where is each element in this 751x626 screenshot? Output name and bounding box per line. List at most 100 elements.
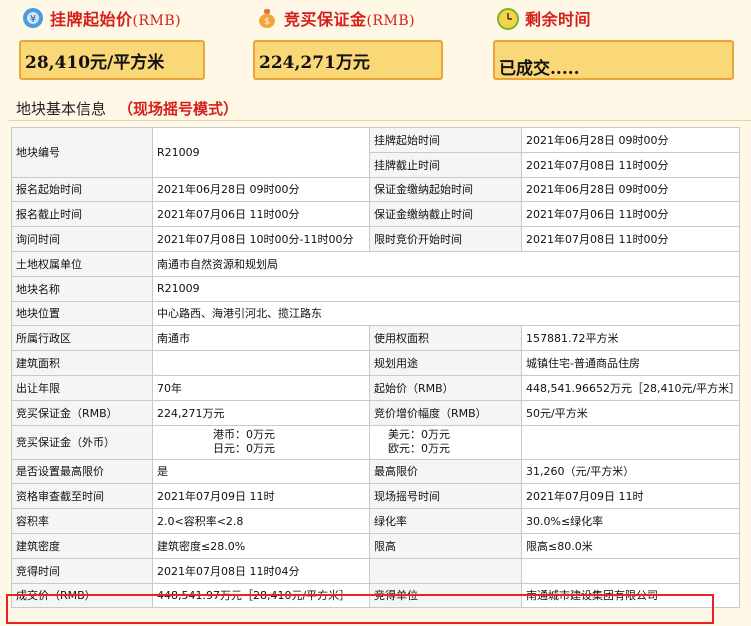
table-row: 报名截止时间 2021年07月06日 11时00分 保证金缴纳截止时间 2021… <box>11 201 740 228</box>
cell-label: 资格审查截至时间 <box>11 483 153 510</box>
land-info-table: 地块编号 R21009 挂牌起始时间 2021年06月28日 09时00分 挂牌… <box>11 127 740 609</box>
cell-value: 2021年06月28日 09时00分 <box>521 127 740 153</box>
cell-label: 地块编号 <box>11 127 153 178</box>
cell-label: 挂牌截止时间 <box>369 151 522 178</box>
cell-label: 最高限价 <box>369 458 522 485</box>
table-row: 资格审查截至时间 2021年07月09日 11时 现场摇号时间 2021年07月… <box>11 483 740 510</box>
cell-label: 竞买保证金（外币） <box>11 424 153 460</box>
cell-value: 2021年06月28日 09时00分 <box>152 176 370 203</box>
cell-label: 竞买保证金（RMB） <box>11 399 153 426</box>
cell-label: 起始价（RMB） <box>369 374 522 401</box>
cell-value: 建筑密度≤28.0% <box>152 532 370 559</box>
table-row: 成交价（RMB） 448,541.97万元［28,410元/平方米］ 竞得单位 … <box>11 582 740 609</box>
cell-label: 限时竞价开始时间 <box>369 226 522 252</box>
table-row: 出让年限 70年 起始价（RMB） 448,541.96652万元［28,410… <box>11 374 740 401</box>
cell-label: 保证金缴纳截止时间 <box>369 201 522 228</box>
cell-value <box>152 350 370 376</box>
cell-label: 建筑面积 <box>11 350 153 376</box>
cell-label: 竞得单位 <box>369 582 522 609</box>
cell-label <box>369 557 522 584</box>
cell-label: 竞价增价幅度（RMB） <box>369 399 522 426</box>
remaining-label: 剩余时间 <box>525 10 592 29</box>
cell-value: 南通市 <box>152 325 370 352</box>
svg-text:$: $ <box>264 17 270 27</box>
cell-value: R21009 <box>152 275 740 302</box>
hkd-amount: 港币：0万元 <box>213 428 275 442</box>
cell-label: 询问时间 <box>11 226 153 252</box>
cell-label: 使用权面积 <box>369 325 522 352</box>
cell-value <box>521 424 740 460</box>
mode-label: （现场摇号模式） <box>118 100 239 118</box>
table-row: 容积率 2.0<容积率<2.8 绿化率 30.0%≤绿化率 <box>11 508 740 534</box>
cell-value: R21009 <box>152 127 370 178</box>
remaining-header: 剩余时间 <box>495 0 591 36</box>
cell-value: 是 <box>152 458 370 485</box>
section-title: 地块基本信息 （现场摇号模式） <box>16 100 239 118</box>
table-row: 地块名称 R21009 <box>11 275 740 302</box>
cell-label: 竞得时间 <box>11 557 153 584</box>
cell-value: 2021年07月06日 11时00分 <box>152 201 370 228</box>
cell-label: 限高 <box>369 532 522 559</box>
cell-label: 是否设置最高限价 <box>11 458 153 485</box>
cell-label: 容积率 <box>11 508 153 534</box>
money-bag-icon: $ <box>254 5 280 31</box>
cell-label: 建筑密度 <box>11 532 153 559</box>
cell-value: 2021年07月08日 11时00分 <box>521 226 740 252</box>
table-row: 土地权属单位 南通市自然资源和规划局 <box>11 250 740 277</box>
cell-value: 南通市自然资源和规划局 <box>152 250 740 277</box>
cell-value: 2021年07月08日 11时04分 <box>152 557 370 584</box>
start-price-label: 挂牌起始价(RMB) <box>50 10 182 29</box>
table-row: 是否设置最高限价 是 最高限价 31,260（元/平方米） <box>11 458 740 485</box>
cell-value <box>521 557 740 584</box>
deposit-header: $ 竞买保证金(RMB) <box>254 0 415 36</box>
cell-value: 224,271万元 <box>152 399 370 426</box>
table-row: 询问时间 2021年07月08日 10时00分-11时00分 限时竞价开始时间 … <box>11 226 740 252</box>
cell-value: 2021年07月08日 10时00分-11时00分 <box>152 226 370 252</box>
svg-text:¥: ¥ <box>30 14 36 25</box>
table-row: 地块编号 R21009 挂牌起始时间 2021年06月28日 09时00分 <box>11 127 740 178</box>
cell-value: 31,260（元/平方米） <box>521 458 740 485</box>
table-row: 地块位置 中心路西、海港引河北、揽江路东 <box>11 300 740 327</box>
table-row: 建筑密度 建筑密度≤28.0% 限高 限高≤80.0米 <box>11 532 740 559</box>
cell-value: 限高≤80.0米 <box>521 532 740 559</box>
table-row: 竞买保证金（RMB） 224,271万元 竞价增价幅度（RMB） 50元/平方米 <box>11 399 740 426</box>
cell-label: 成交价（RMB） <box>11 582 153 609</box>
table-row: 建筑面积 规划用途 城镇住宅-普通商品住房 <box>11 350 740 376</box>
cell-value: 2021年07月06日 11时00分 <box>521 201 740 228</box>
cell-value: 70年 <box>152 374 370 401</box>
cell-value: 157881.72平方米 <box>521 325 740 352</box>
deposit-label: 竞买保证金(RMB) <box>284 10 416 29</box>
cell-label: 保证金缴纳起始时间 <box>369 176 522 203</box>
cell-label: 土地权属单位 <box>11 250 153 277</box>
cell-label: 现场摇号时间 <box>369 483 522 510</box>
price-tag-icon: ¥ <box>20 5 46 31</box>
cell-value: 448,541.97万元［28,410元/平方米］ <box>152 582 370 609</box>
cell-value: 2021年07月09日 11时 <box>521 483 740 510</box>
cell-value: 30.0%≤绿化率 <box>521 508 740 534</box>
cell-label: 地块名称 <box>11 275 153 302</box>
cell-value: 50元/平方米 <box>521 399 740 426</box>
cell-value: 2021年07月08日 11时00分 <box>521 151 740 178</box>
deposit-value: 224,271万元 <box>253 40 443 80</box>
remaining-value: 已成交..... <box>493 40 734 80</box>
cell-value: 南通城市建设集团有限公司 <box>521 582 740 609</box>
divider <box>8 120 751 121</box>
table-row: 报名起始时间 2021年06月28日 09时00分 保证金缴纳起始时间 2021… <box>11 176 740 203</box>
cell-value: 2021年06月28日 09时00分 <box>521 176 740 203</box>
cell-label: 挂牌起始时间 <box>369 127 522 153</box>
table-row: 竞买保证金（外币） 港币：0万元 日元：0万元 美元：0万元 欧元：0万元 <box>11 424 740 460</box>
cell-value: 2021年07月09日 11时 <box>152 483 370 510</box>
start-price-value: 28,410元/平方米 <box>19 40 205 80</box>
cell-label: 出让年限 <box>11 374 153 401</box>
cell-value: 城镇住宅-普通商品住房 <box>521 350 740 376</box>
start-price-header: ¥ 挂牌起始价(RMB) <box>20 0 181 36</box>
eur-amount: 欧元：0万元 <box>388 442 450 456</box>
cell-label: 绿化率 <box>369 508 522 534</box>
table-row: 所属行政区 南通市 使用权面积 157881.72平方米 <box>11 325 740 352</box>
cell-value: 2.0<容积率<2.8 <box>152 508 370 534</box>
cell-value: 美元：0万元 欧元：0万元 <box>369 424 522 460</box>
jpy-amount: 日元：0万元 <box>213 442 275 456</box>
cell-label: 报名截止时间 <box>11 201 153 228</box>
cell-value: 448,541.96652万元［28,410元/平方米］ <box>521 374 740 401</box>
cell-label: 报名起始时间 <box>11 176 153 203</box>
